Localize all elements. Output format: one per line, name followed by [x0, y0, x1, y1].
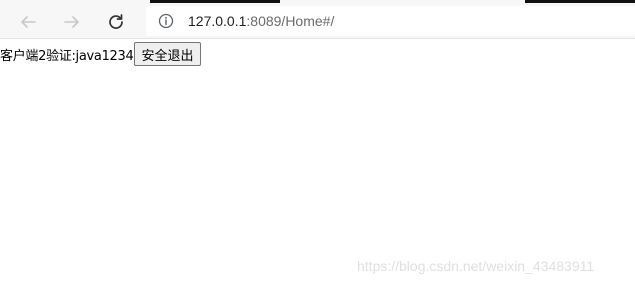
logout-button[interactable]: 安全退出 — [134, 42, 201, 66]
url-host: 127.0.0.1 — [188, 13, 247, 29]
arrow-right-icon — [64, 16, 79, 28]
info-circle-icon[interactable] — [158, 13, 174, 29]
tab-strip-segment — [150, 0, 280, 3]
address-bar[interactable]: 127.0.0.1:8089/Home#/ — [146, 6, 635, 36]
watermark-text: https://blog.csdn.net/weixin_43483911 — [357, 258, 595, 274]
arrow-left-icon — [21, 16, 36, 28]
tab-strip-segment — [525, 0, 635, 3]
client-verification-label: 客户端2验证:java1234 — [0, 48, 134, 64]
tab-strip-edge — [0, 0, 635, 3]
back-button[interactable] — [14, 8, 42, 36]
reload-icon — [109, 14, 123, 29]
browser-toolbar: 127.0.0.1:8089/Home#/ — [0, 0, 635, 39]
url-path: :8089/Home#/ — [246, 13, 335, 29]
reload-button[interactable] — [102, 8, 130, 36]
page-body: 客户端2验证:java1234 安全退出 — [0, 41, 201, 67]
forward-button[interactable] — [58, 8, 86, 36]
url-text[interactable]: 127.0.0.1:8089/Home#/ — [188, 13, 334, 29]
